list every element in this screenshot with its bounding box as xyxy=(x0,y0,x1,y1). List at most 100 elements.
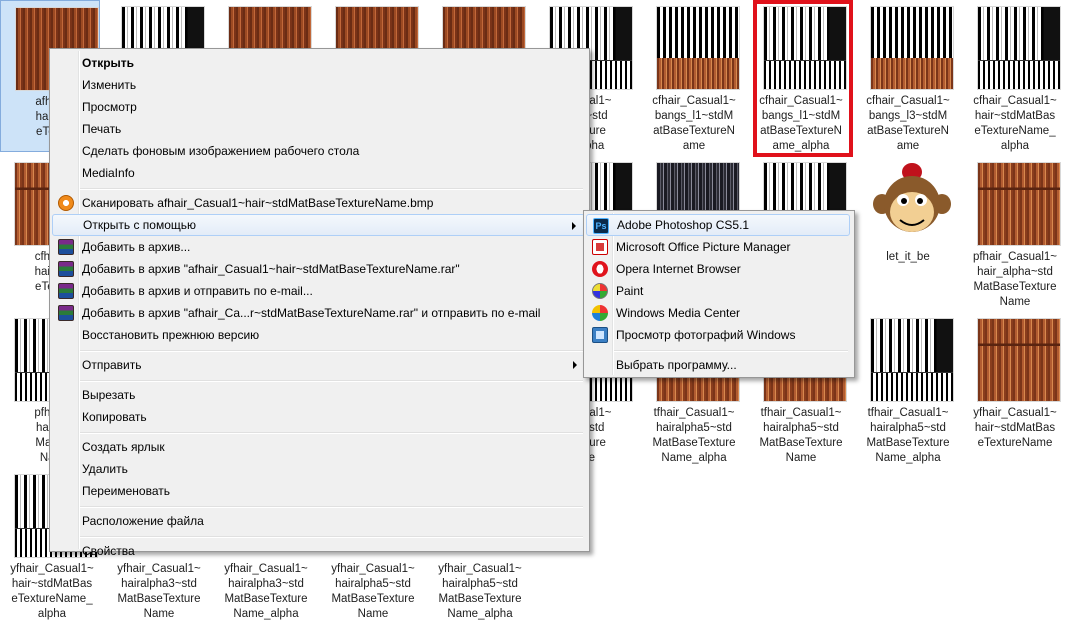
menu-item[interactable]: Добавить в архив... xyxy=(52,236,585,258)
file-name-line: hair_alpha~std xyxy=(977,266,1053,278)
file-name-line: tfhair_Casual1~ xyxy=(760,407,842,419)
submenu-arrow-icon xyxy=(573,361,577,369)
file-name-line: MatBaseTexture xyxy=(438,593,522,605)
menu-item[interactable]: Добавить в архив и отправить по e-mail..… xyxy=(52,280,585,302)
monkey-icon xyxy=(873,163,951,232)
file-item[interactable]: let_it_be xyxy=(856,156,956,308)
file-name-line: hairalpha5~std xyxy=(656,422,732,434)
menu-item[interactable]: Windows Media Center xyxy=(586,302,850,324)
menu-item[interactable]: Расположение файла xyxy=(52,510,585,532)
file-name-line: cfhair_Casual1~ xyxy=(652,95,736,107)
menu-item[interactable]: Удалить xyxy=(52,458,585,480)
menu-item-label: Расположение файла xyxy=(82,514,204,528)
opera-icon xyxy=(592,261,608,277)
file-item[interactable]: pfhair_Casual1~ hair_alpha~std MatBaseText… xyxy=(963,156,1063,308)
file-thumbnail xyxy=(656,6,740,90)
file-name-line: bangs_l3~stdM xyxy=(868,110,948,122)
menu-item-label: Выбрать программу... xyxy=(616,358,737,372)
menu-item-label: Paint xyxy=(616,284,644,298)
menu-item-label: Создать ярлык xyxy=(82,440,165,454)
menu-separator xyxy=(80,380,583,382)
file-name-line: MatBaseTexture xyxy=(117,593,201,605)
menu-item-label: Просмотр фотографий Windows xyxy=(616,328,796,342)
open-with-submenu: Ps Adobe Photoshop CS5.1 Microsoft Office … xyxy=(583,210,855,378)
menu-item-label: Добавить в архив "afhair_Casual1~hair~st… xyxy=(82,262,460,276)
file-name-line: hairalpha5~std xyxy=(335,578,411,590)
menu-item-label: Вырезать xyxy=(82,388,136,402)
menu-item-label: Opera Internet Browser xyxy=(616,262,741,276)
file-name-line: MatBaseTexture xyxy=(224,593,308,605)
file-name-line: yfhair_Casual1~ xyxy=(438,563,522,575)
file-thumbnail xyxy=(870,318,954,402)
scan-icon xyxy=(58,195,74,211)
menu-item[interactable]: Вырезать xyxy=(52,384,585,406)
file-name-line: eTextureName xyxy=(977,437,1053,449)
file-name-line: MatBaseTexture xyxy=(866,437,950,449)
winrar-icon xyxy=(58,283,74,299)
file-name-line: atBaseTextureN xyxy=(867,125,949,137)
file-name-line: atBaseTextureN xyxy=(653,125,735,137)
file-name-line: ame xyxy=(682,140,706,152)
paint-icon xyxy=(592,283,608,299)
file-name-line: eTextureName_ xyxy=(11,593,93,605)
file-item[interactable]: cfhair_Casual1~ bangs_l3~stdM atBaseTextur… xyxy=(856,0,956,152)
menu-item[interactable]: Сделать фоновым изображением рабочего ст… xyxy=(52,140,585,162)
picture-manager-icon xyxy=(592,239,608,255)
menu-item[interactable]: Добавить в архив "afhair_Casual1~hair~st… xyxy=(52,258,585,280)
menu-item[interactable]: Paint xyxy=(586,280,850,302)
menu-item[interactable]: Восстановить прежнюю версию xyxy=(52,324,585,346)
file-item[interactable]: tfhair_Casual1~ hairalpha5~std MatBaseText… xyxy=(856,312,956,464)
file-name-line: cfhair_Casual1~ xyxy=(866,95,950,107)
menu-item[interactable]: Microsoft Office Picture Manager xyxy=(586,236,850,258)
file-name-line: yfhair_Casual1~ xyxy=(331,563,415,575)
thumbnail-detail xyxy=(657,7,739,58)
menu-item[interactable]: Отправить xyxy=(52,354,585,376)
file-name-line: let_it_be xyxy=(886,251,930,263)
file-name: yfhair_Casual1~ hairalpha3~std MatBaseText… xyxy=(216,562,316,622)
menu-item[interactable]: Свойства xyxy=(52,540,585,562)
menu-item[interactable]: Открыть xyxy=(52,52,585,74)
menu-item[interactable]: Создать ярлык xyxy=(52,436,585,458)
menu-item[interactable]: Открыть с помощью xyxy=(52,214,585,236)
menu-item[interactable]: Ps Adobe Photoshop CS5.1 xyxy=(586,214,850,236)
menu-separator xyxy=(614,350,848,352)
menu-item[interactable]: Выбрать программу... xyxy=(586,354,850,376)
menu-item-label: Отправить xyxy=(82,358,142,372)
file-item[interactable]: cfhair_Casual1~ hair~stdMatBas eTextureNam… xyxy=(963,0,1063,152)
file-name-line: hair~stdMatBas xyxy=(11,578,93,590)
file-name-line: hairalpha3~std xyxy=(228,578,304,590)
file-item[interactable]: yfhair_Casual1~ hair~stdMatBas eTextureNam… xyxy=(963,312,1063,464)
highlight-frame xyxy=(753,0,853,157)
file-name-line: alpha xyxy=(37,608,67,620)
menu-item[interactable]: Переименовать xyxy=(52,480,585,502)
menu-item[interactable]: Добавить в архив "afhair_Ca...r~stdMatBa… xyxy=(52,302,585,324)
menu-item-label: Печать xyxy=(82,122,122,136)
menu-item[interactable]: Просмотр xyxy=(52,96,585,118)
file-name-line: Name_alpha xyxy=(875,452,941,464)
file-name: cfhair_Casual1~ bangs_l1~stdM atBaseTextur… xyxy=(644,94,744,154)
menu-item-label: Добавить в архив "afhair_Ca...r~stdMatBa… xyxy=(82,306,541,320)
file-name-line: Name_alpha xyxy=(661,452,727,464)
menu-item[interactable]: Opera Internet Browser xyxy=(586,258,850,280)
menu-item[interactable]: Печать xyxy=(52,118,585,140)
menu-item[interactable]: Копировать xyxy=(52,406,585,428)
menu-item[interactable]: MediaInfo xyxy=(52,162,585,184)
menu-item[interactable]: Просмотр фотографий Windows xyxy=(586,324,850,346)
file-name-line: pfhair_Casual1~ xyxy=(972,251,1058,263)
file-item[interactable]: cfhair_Casual1~ bangs_l1~stdM atBaseTextur… xyxy=(642,0,742,152)
file-name: yfhair_Casual1~ hairalpha3~std MatBaseText… xyxy=(109,562,209,622)
menu-item-label: Переименовать xyxy=(82,484,170,498)
menu-separator xyxy=(80,188,583,190)
file-name: tfhair_Casual1~ hairalpha5~std MatBaseText… xyxy=(751,406,851,466)
file-thumbnail xyxy=(977,6,1061,90)
menu-item[interactable]: Изменить xyxy=(52,74,585,96)
file-name-line: bangs_l1~stdM xyxy=(654,110,734,122)
file-name-line: Name xyxy=(785,452,817,464)
menu-item-label: Сканировать afhair_Casual1~hair~stdMatBa… xyxy=(82,196,434,210)
file-name: cfhair_Casual1~ hair~stdMatBas eTextureNam… xyxy=(965,94,1065,154)
submenu-arrow-icon xyxy=(572,222,576,230)
file-name: pfhair_Casual1~ hair_alpha~std MatBaseText… xyxy=(965,250,1065,310)
file-thumbnail xyxy=(977,318,1061,402)
photoshop-icon: Ps xyxy=(593,218,609,234)
menu-item[interactable]: Сканировать afhair_Casual1~hair~stdMatBa… xyxy=(52,192,585,214)
